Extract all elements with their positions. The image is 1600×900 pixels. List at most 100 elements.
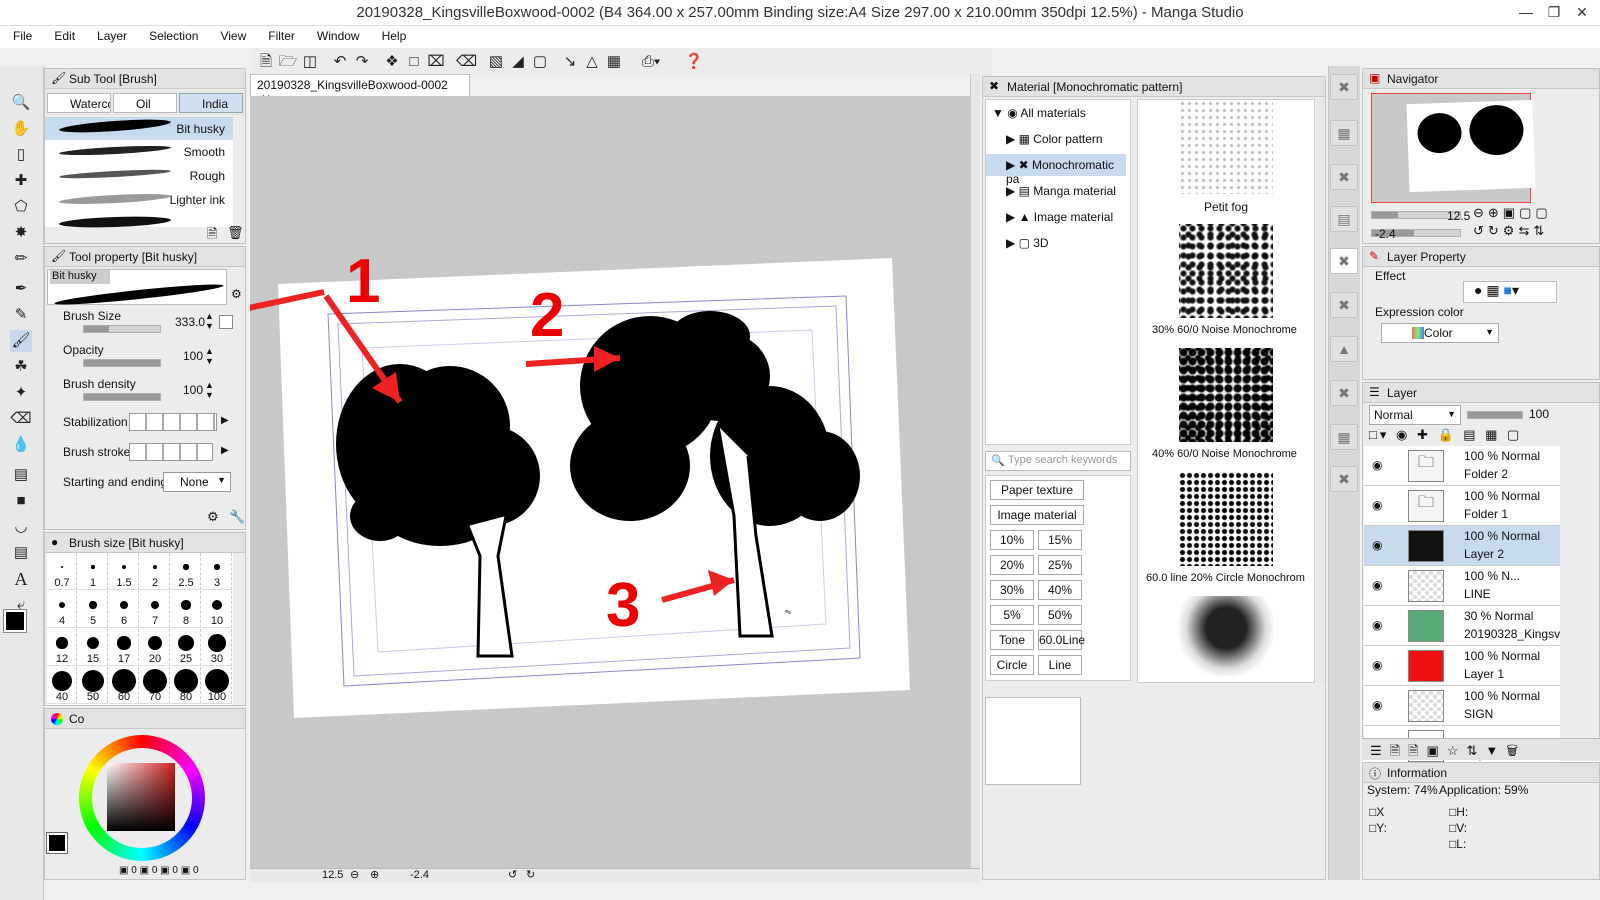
brush-name[interactable]: Smooth <box>184 145 225 159</box>
save-icon[interactable]: ◫ <box>300 52 320 72</box>
brush-size-option[interactable]: 80 <box>171 667 201 704</box>
brush-size-option[interactable]: 4 <box>47 591 77 628</box>
menu-edit[interactable]: Edit <box>41 26 84 43</box>
fill-tool-icon[interactable]: ▤ <box>10 464 32 486</box>
eye-icon[interactable]: ◉ <box>1372 538 1382 552</box>
move-tool-icon[interactable]: ✚ <box>10 170 32 192</box>
rotate-right-icon[interactable]: ↻ <box>526 868 535 881</box>
material-tag[interactable]: 40% <box>1038 580 1082 600</box>
undo-icon[interactable]: ↶ <box>330 52 350 72</box>
expand-icon[interactable]: ▶ <box>221 445 229 456</box>
hand-tool-icon[interactable]: ✋ <box>10 118 32 140</box>
brush-size-option[interactable]: 50 <box>78 667 108 704</box>
magic-wand-icon[interactable]: ✸ <box>10 222 32 244</box>
pen-tool-icon[interactable]: ✒ <box>10 278 32 300</box>
layer-opacity-slider[interactable] <box>1467 411 1523 419</box>
brush-size-option[interactable]: 15 <box>78 629 108 666</box>
hue-ring[interactable] <box>79 735 205 861</box>
canvas-scrollbar[interactable] <box>970 74 980 868</box>
menu-file[interactable]: File <box>0 26 41 43</box>
main-color-swatch[interactable] <box>3 609 27 633</box>
effect-buttons[interactable]: ● ▦ ■▾ <box>1463 281 1557 303</box>
brush-name[interactable]: Rough <box>190 169 225 183</box>
brush-size-option[interactable]: 100 <box>202 667 232 704</box>
brush-size-option[interactable]: 1 <box>78 553 108 590</box>
lasso-tool-icon[interactable]: ⬠ <box>10 196 32 218</box>
frame-tool-icon[interactable]: ▤ <box>10 542 32 564</box>
maximize-button[interactable]: ❐ <box>1544 3 1564 21</box>
brush-size-option[interactable]: 17 <box>109 629 139 666</box>
brush-size-option[interactable]: 0.7 <box>47 553 77 590</box>
tone-icon[interactable]: ▧ <box>486 52 506 72</box>
new-subtool-icon[interactable]: 🗎 <box>207 225 217 247</box>
help-icon[interactable]: ❓ <box>684 52 704 72</box>
brush-size-option[interactable]: 8 <box>171 591 201 628</box>
delete-subtool-icon[interactable]: 🗑 <box>227 225 244 241</box>
navigator-preview[interactable] <box>1371 93 1536 203</box>
material-dock-icon[interactable]: ▤ <box>1330 206 1358 232</box>
expand-icon[interactable]: ▶ <box>221 415 229 426</box>
transform-icon[interactable]: ⌧ <box>426 52 446 72</box>
brush-size-option[interactable]: 2.5 <box>171 553 201 590</box>
zoom-tool-icon[interactable]: 🔍 <box>10 92 32 114</box>
material-dock-icon[interactable]: ✖ <box>1330 380 1358 406</box>
material-dock-icon[interactable]: ✖ <box>1330 248 1358 274</box>
material-search-input[interactable]: 🔍 Type search keywords <box>985 451 1131 471</box>
fill-icon[interactable]: ◢ <box>508 52 528 72</box>
settings-icon[interactable]: ⚙ <box>231 287 242 301</box>
canvas-area[interactable]: ✎ 1 2 3 <box>219 96 970 868</box>
opacity-slider[interactable] <box>83 359 161 367</box>
material-tag[interactable]: Circle <box>990 655 1034 675</box>
material-tag[interactable]: 20% <box>990 555 1034 575</box>
tree-item-all[interactable]: ▼ ◉ All materials <box>992 106 1086 120</box>
brush-size-option[interactable]: 5 <box>78 591 108 628</box>
brush-tool-icon[interactable]: 🖌 <box>10 330 32 352</box>
eye-icon[interactable]: ◉ <box>1372 618 1382 632</box>
tree-item-color-pattern[interactable]: ▶ ▦ Color pattern <box>1006 132 1103 146</box>
open-folder-icon[interactable]: 🗁 <box>278 52 298 72</box>
zoom-in-icon[interactable]: ⊕ <box>370 868 379 881</box>
texture-tree-image[interactable] <box>1179 596 1273 676</box>
material-tag[interactable]: 30% <box>990 580 1034 600</box>
material-dock-icon[interactable]: ▦ <box>1330 120 1358 146</box>
minimize-button[interactable]: — <box>1516 3 1536 21</box>
tree-item-monochromatic[interactable]: ▶ ✖ Monochromatic pa <box>1006 158 1130 186</box>
spinner-icon[interactable]: ▲ ▼ <box>205 380 214 400</box>
grid-icon[interactable]: ▦ <box>604 52 624 72</box>
material-tag[interactable]: 60.0Line <box>1038 630 1085 650</box>
redo-icon[interactable]: ↷ <box>352 52 372 72</box>
menu-layer[interactable]: Layer <box>84 26 136 43</box>
expression-color-select[interactable]: Color ▼ <box>1381 323 1499 343</box>
menu-selection[interactable]: Selection <box>136 26 207 43</box>
material-dock-icon[interactable]: ✖ <box>1330 292 1358 318</box>
brush-size-option[interactable]: 30 <box>202 629 232 666</box>
layer-toolbar[interactable]: □▾ ◉ ✚ 🔒 ▤ ▦ ▢ <box>1369 427 1589 447</box>
new-file-icon[interactable]: 🗎 <box>256 52 276 72</box>
material-tag[interactable]: 5% <box>990 605 1034 625</box>
layer-row[interactable]: ◉ 100 % Normal SIGN <box>1364 686 1560 726</box>
brush-size-option[interactable]: 10 <box>202 591 232 628</box>
material-scrollbar[interactable] <box>1317 99 1325 683</box>
texture-petit-fog[interactable] <box>1179 100 1273 194</box>
stabilization-slider[interactable] <box>129 413 217 431</box>
eraser-tool-icon[interactable]: ⌫ <box>10 408 32 430</box>
texture-circle-line[interactable] <box>1179 472 1273 566</box>
brush-size-option[interactable]: 20 <box>140 629 170 666</box>
layer-row[interactable]: ◉ 100 % Normal Layer 1 <box>1364 646 1560 686</box>
main-color-swatch[interactable] <box>46 832 68 854</box>
material-dock-icon[interactable]: ✖ <box>1330 164 1358 190</box>
texture-noise-30[interactable] <box>1179 224 1273 318</box>
tree-item-manga[interactable]: ▶ ▤ Manga material <box>1006 184 1116 198</box>
rotate-left-icon[interactable]: ↺ <box>508 868 517 881</box>
special-ruler-icon[interactable]: △ <box>582 52 602 72</box>
brush-name[interactable]: Lighter ink <box>170 193 225 207</box>
eye-icon[interactable]: ◉ <box>1372 658 1382 672</box>
material-tag[interactable]: Line <box>1038 655 1082 675</box>
reset-icon[interactable]: ⚙ <box>207 509 219 525</box>
brush-size-option[interactable]: 12 <box>47 629 77 666</box>
starting-ending-select[interactable]: None ▼ <box>163 472 231 492</box>
brush-size-option[interactable]: 25 <box>171 629 201 666</box>
text-tool-icon[interactable]: A <box>10 568 32 590</box>
texture-noise-40[interactable] <box>1179 348 1273 442</box>
grid-off-icon[interactable]: ▢ <box>530 52 550 72</box>
